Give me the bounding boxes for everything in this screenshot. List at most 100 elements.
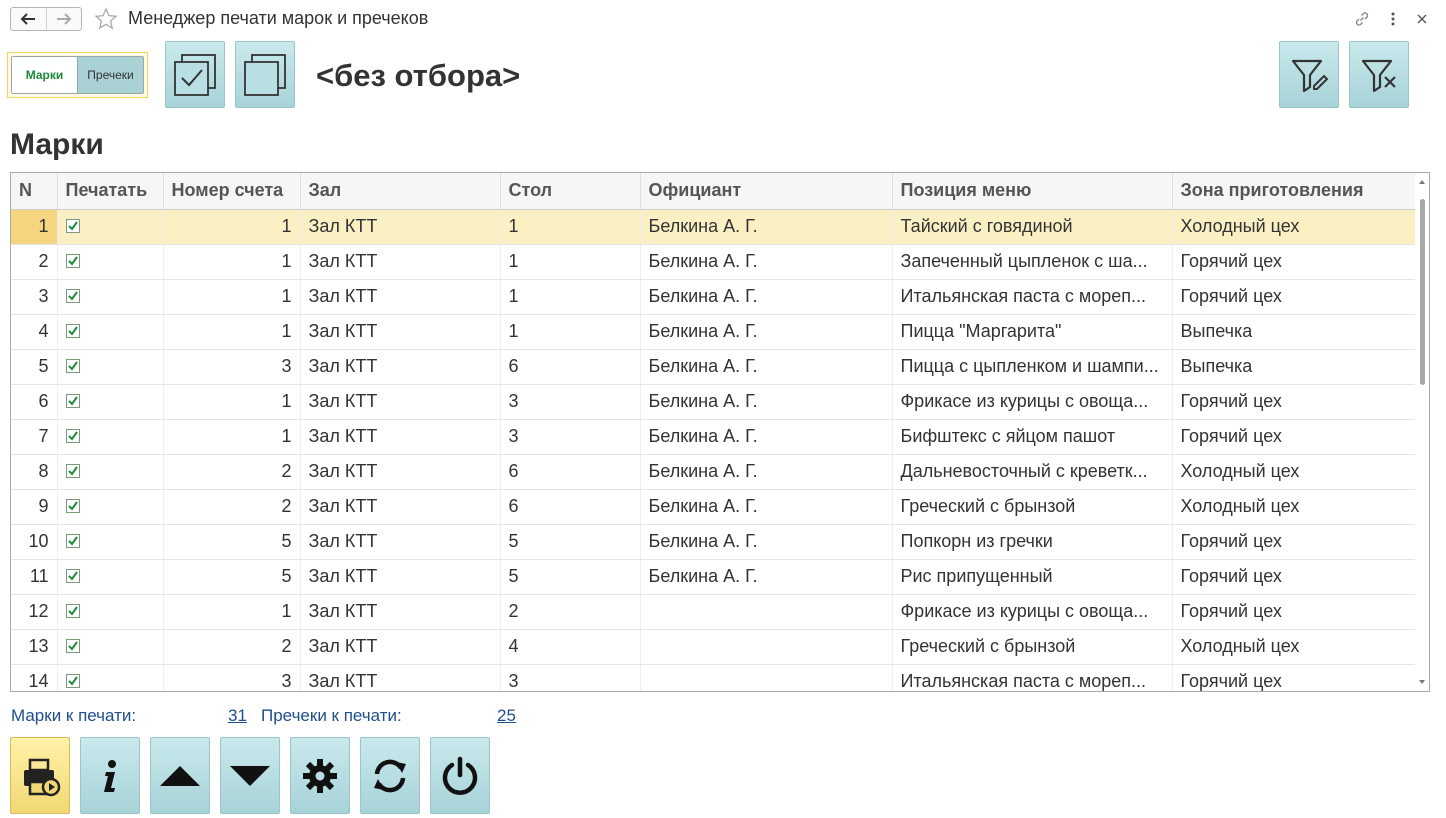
row-number-cell: 5 [11, 349, 58, 385]
waiter-cell: Белкина А. Г. [640, 349, 893, 385]
prep-zone-cell: Горячий цех [1172, 664, 1417, 691]
checkbox-checked-icon[interactable] [65, 534, 80, 548]
table-row[interactable]: 8 2 Зал КТТ 6 Белкина А. Г. Дальневосточный с… [11, 454, 1417, 490]
move-down-button[interactable] [220, 737, 280, 814]
table-row[interactable]: 4 1 Зал КТТ 1 Белкина А. Г. Пицца "Маргарита"… [11, 314, 1417, 350]
hall-cell: Зал КТТ [300, 244, 501, 280]
print-checkbox[interactable] [57, 279, 164, 315]
hall-cell: Зал КТТ [300, 559, 501, 595]
table-number-cell: 6 [500, 489, 641, 525]
waiter-cell [640, 594, 893, 630]
column-header[interactable]: Печатать [57, 173, 164, 210]
column-header[interactable]: Номер счета [163, 173, 301, 210]
table-row[interactable]: 5 3 Зал КТТ 6 Белкина А. Г. Пицца с цыпленком… [11, 349, 1417, 385]
table-row[interactable]: 1 1 Зал КТТ 1 Белкина А. Г. Тайский с говядин… [11, 209, 1417, 245]
prep-zone-cell: Горячий цех [1172, 559, 1417, 595]
waiter-cell: Белкина А. Г. [640, 524, 893, 560]
table-row[interactable]: 6 1 Зал КТТ 3 Белкина А. Г. Фрикасе из курицы… [11, 384, 1417, 420]
table-row[interactable]: 3 1 Зал КТТ 1 Белкина А. Г. Итальянская паста… [11, 279, 1417, 315]
table-number-cell: 1 [500, 209, 641, 245]
print-checkbox[interactable] [57, 419, 164, 455]
filter-edit-icon [1291, 59, 1329, 92]
table-row[interactable]: 11 5 Зал КТТ 5 Белкина А. Г. Рис припущенный Г… [11, 559, 1417, 595]
marks-to-print-count[interactable]: 31 [228, 706, 247, 726]
checkbox-checked-icon[interactable] [65, 429, 80, 443]
scroll-down-icon[interactable] [1415, 677, 1429, 687]
triangle-up-icon [160, 765, 200, 786]
print-checkbox[interactable] [57, 629, 164, 665]
back-button[interactable] [11, 8, 46, 30]
favorite-star-button[interactable] [94, 7, 118, 36]
prechecks-to-print-count[interactable]: 25 [497, 706, 516, 726]
print-checkbox[interactable] [57, 664, 164, 691]
print-button[interactable] [10, 737, 70, 814]
print-checkbox[interactable] [57, 559, 164, 595]
table-row[interactable]: 2 1 Зал КТТ 1 Белкина А. Г. Запеченный цыплен… [11, 244, 1417, 280]
checkbox-checked-icon[interactable] [65, 324, 80, 338]
print-checkbox[interactable] [57, 384, 164, 420]
scrollbar-thumb[interactable] [1420, 199, 1425, 385]
table-row[interactable]: 9 2 Зал КТТ 6 Белкина А. Г. Греческий с брынз… [11, 489, 1417, 525]
print-checkbox[interactable] [57, 524, 164, 560]
column-header[interactable]: Позиция меню [892, 173, 1173, 210]
checkbox-checked-icon[interactable] [65, 394, 80, 408]
forward-button[interactable] [45, 8, 81, 30]
clear-filter-button[interactable] [1349, 41, 1409, 108]
checkbox-checked-icon[interactable] [65, 359, 80, 373]
vertical-scrollbar[interactable] [1415, 173, 1429, 691]
refresh-button[interactable] [360, 737, 420, 814]
table-number-cell: 5 [500, 559, 641, 595]
checkbox-checked-icon[interactable] [65, 604, 80, 618]
arrow-left-icon [21, 13, 36, 25]
column-header[interactable]: Стол [500, 173, 641, 210]
row-number-cell: 12 [11, 594, 58, 630]
column-header[interactable]: Зона приготовления [1172, 173, 1417, 210]
print-checkbox[interactable] [57, 454, 164, 490]
toggle-prechecks[interactable]: Пречеки [77, 57, 143, 93]
exit-button[interactable] [430, 737, 490, 814]
column-header[interactable]: N [11, 173, 58, 210]
more-menu-button[interactable] [1383, 9, 1403, 29]
select-all-button[interactable] [165, 41, 225, 108]
settings-button[interactable] [290, 737, 350, 814]
nav-buttons [10, 7, 82, 31]
refresh-icon [374, 759, 406, 792]
section-title: Марки [10, 128, 104, 161]
marks-table[interactable]: N Печатать Номер счета Зал Стол Официант… [10, 172, 1430, 692]
print-checkbox[interactable] [57, 489, 164, 525]
scroll-up-icon[interactable] [1415, 177, 1429, 187]
print-checkbox[interactable] [57, 314, 164, 350]
toggle-marks[interactable]: Марки [12, 57, 77, 93]
gear-icon [303, 758, 337, 793]
link-button[interactable] [1352, 9, 1372, 29]
print-checkbox[interactable] [57, 594, 164, 630]
column-header[interactable]: Официант [640, 173, 893, 210]
waiter-cell: Белкина А. Г. [640, 559, 893, 595]
print-checkbox[interactable] [57, 349, 164, 385]
checkbox-checked-icon[interactable] [65, 219, 80, 233]
info-button[interactable] [80, 737, 140, 814]
edit-filter-button[interactable] [1279, 41, 1339, 108]
checkbox-checked-icon[interactable] [65, 464, 80, 478]
checkbox-checked-icon[interactable] [65, 674, 80, 688]
print-checkbox[interactable] [57, 244, 164, 280]
checkbox-checked-icon[interactable] [65, 499, 80, 513]
window-title: Менеджер печати марок и пречеков [128, 8, 429, 28]
table-row[interactable]: 12 1 Зал КТТ 2 Фрикасе из курицы с овоща... Г… [11, 594, 1417, 630]
table-row[interactable]: 14 3 Зал КТТ 3 Итальянская паста с мореп... Г… [11, 664, 1417, 691]
checkbox-checked-icon[interactable] [65, 569, 80, 583]
checkbox-checked-icon[interactable] [65, 639, 80, 653]
close-button[interactable] [1412, 9, 1432, 29]
more-vertical-icon [1391, 12, 1395, 26]
menu-item-cell: Запеченный цыпленок с ша... [892, 244, 1173, 280]
table-row[interactable]: 13 2 Зал КТТ 4 Греческий с брынзой Холодный ц… [11, 629, 1417, 665]
checkbox-checked-icon[interactable] [65, 254, 80, 268]
checkbox-checked-icon[interactable] [65, 289, 80, 303]
move-up-button[interactable] [150, 737, 210, 814]
prep-zone-cell: Горячий цех [1172, 244, 1417, 280]
print-checkbox[interactable] [57, 209, 164, 245]
table-row[interactable]: 10 5 Зал КТТ 5 Белкина А. Г. Попкорн из гречк… [11, 524, 1417, 560]
table-row[interactable]: 7 1 Зал КТТ 3 Белкина А. Г. Бифштекс с яйцом … [11, 419, 1417, 455]
column-header[interactable]: Зал [300, 173, 501, 210]
deselect-all-button[interactable] [235, 41, 295, 108]
